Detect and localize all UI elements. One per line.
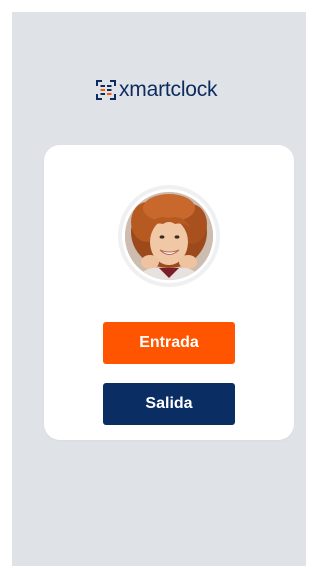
logo-wordmark-xmart: xmart [119, 78, 171, 101]
user-photo-icon [125, 192, 213, 280]
xmartclock-logo: xmartclock [96, 78, 218, 102]
avatar-ring [118, 185, 220, 287]
entrada-button[interactable]: Entrada [103, 322, 235, 364]
salida-button[interactable]: Salida [103, 383, 235, 425]
app-screen: xmartclock Entrada Salida [12, 12, 306, 566]
scan-frame-icon [96, 80, 116, 100]
logo-wordmark: xmartclock [119, 78, 218, 102]
avatar [125, 192, 213, 280]
logo-wordmark-clock: clock [170, 78, 218, 101]
clock-in-card: Entrada Salida [44, 145, 294, 440]
